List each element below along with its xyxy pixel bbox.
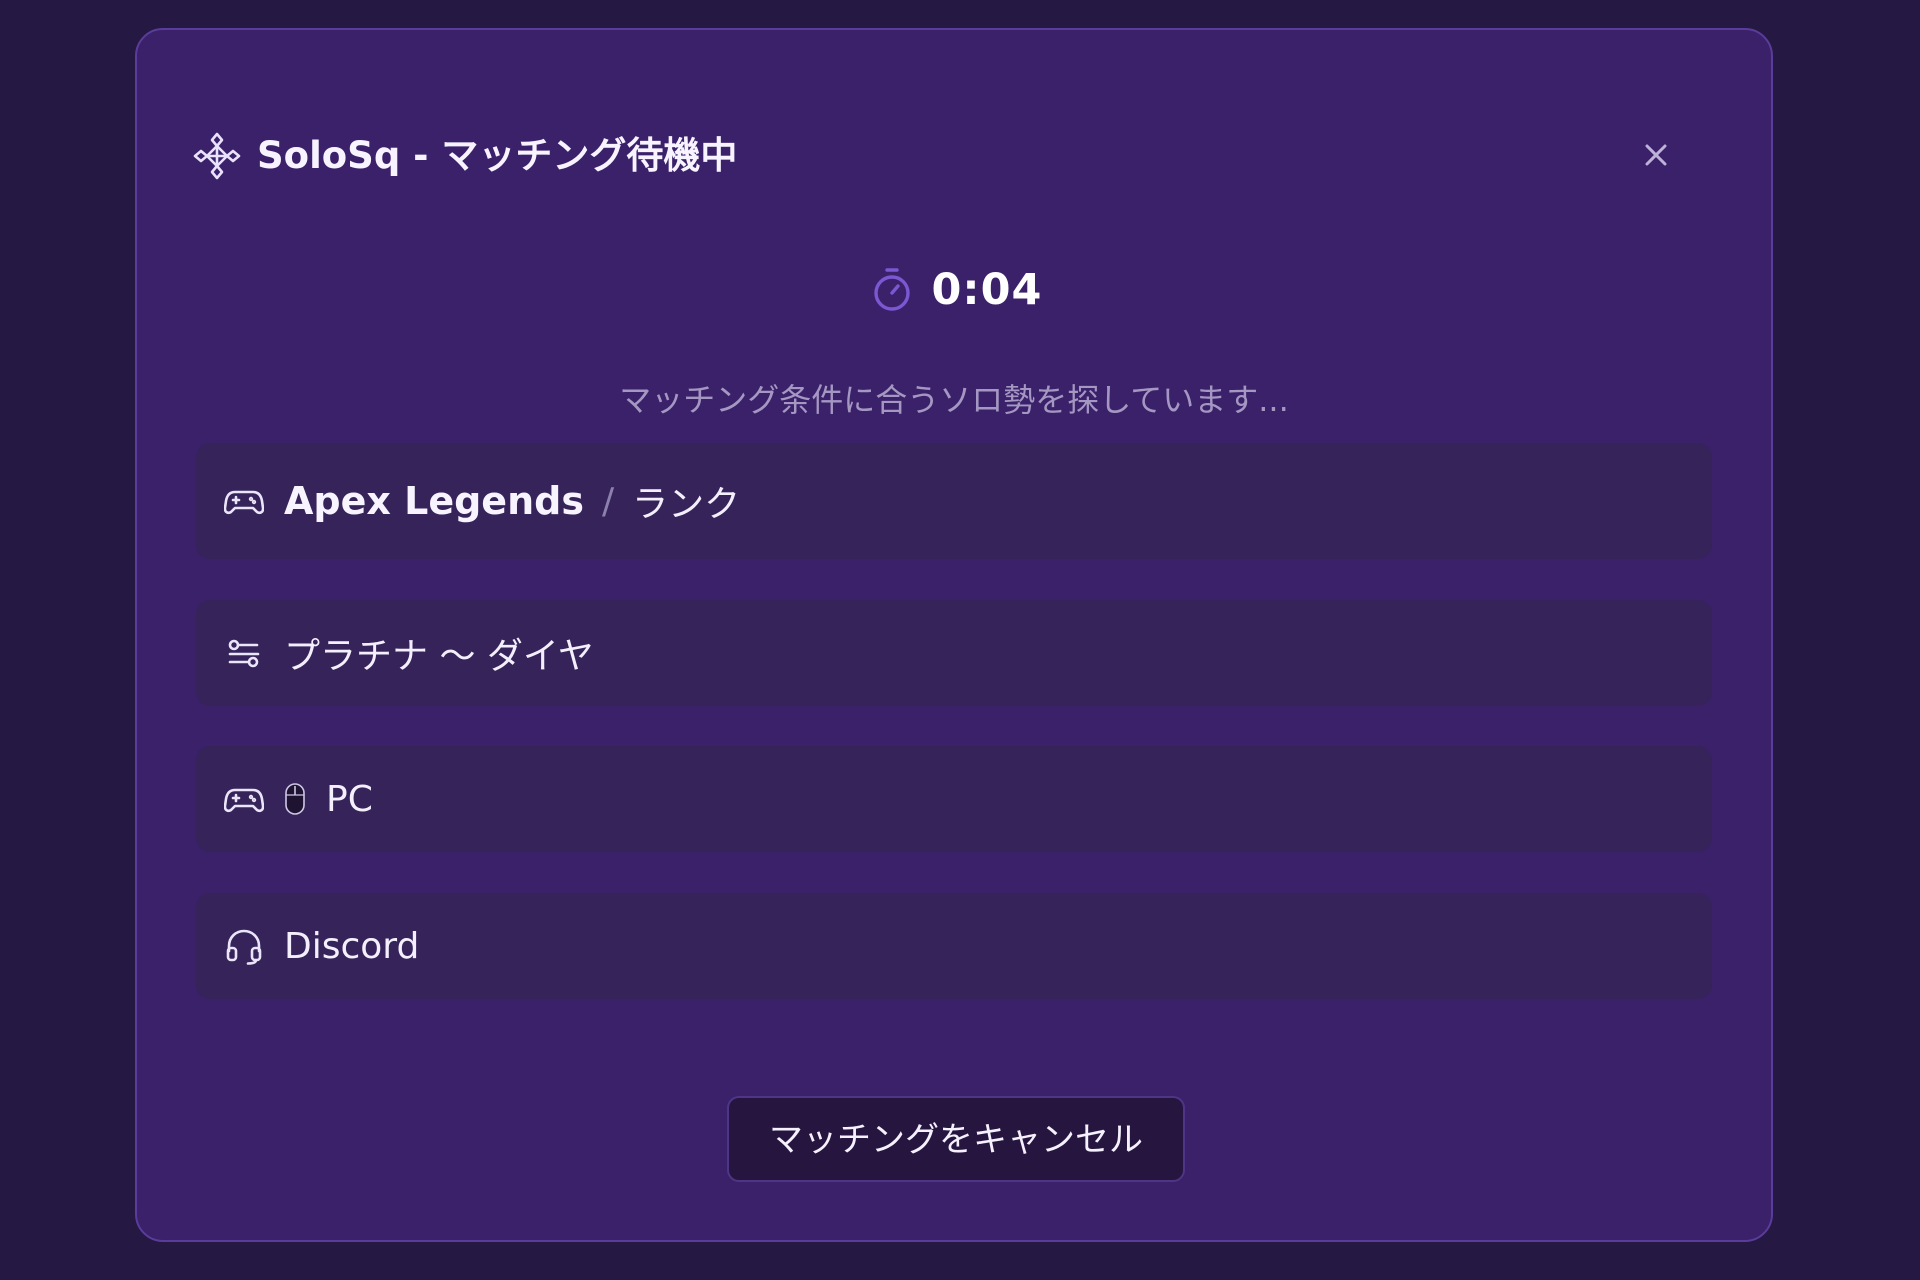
gamepad-icon [224,490,264,515]
voice-chat-label: Discord [284,925,420,967]
cancel-matching-button[interactable]: マッチングをキャンセル [727,1096,1185,1182]
status-message: マッチング条件に合うソロ勢を探しています... [619,381,1289,419]
criteria-voice-row: Discord [196,893,1712,999]
close-icon[interactable] [1633,132,1679,178]
game-mode-separator: / [601,480,615,522]
elapsed-timer: 0:04 [137,248,1771,332]
modal-header: SoloSq - マッチング待機中 [191,104,1721,208]
platform-label: PC [326,778,373,820]
criteria-rank-row: プラチナ 〜 ダイヤ [196,600,1712,706]
criteria-game-row: Apex Legends / ランク [196,443,1712,559]
mouse-icon [285,783,305,815]
modal-title: SoloSq - マッチング待機中 [257,134,738,177]
rank-range: プラチナ 〜 ダイヤ [284,636,594,677]
move-diamond-icon [193,132,241,180]
game-title: Apex Legends [284,479,584,523]
sliders-icon [228,639,260,668]
criteria-platform-row: PC [196,746,1712,852]
stopwatch-icon [873,268,910,311]
matching-modal: SoloSq - マッチング待機中 0:04 マッチング条件に合うソロ勢を探して… [135,28,1773,1242]
game-mode: ランク [632,484,741,525]
headset-icon [226,929,262,965]
gamepad-icon [224,788,264,813]
timer-value: 0:04 [931,265,1043,315]
